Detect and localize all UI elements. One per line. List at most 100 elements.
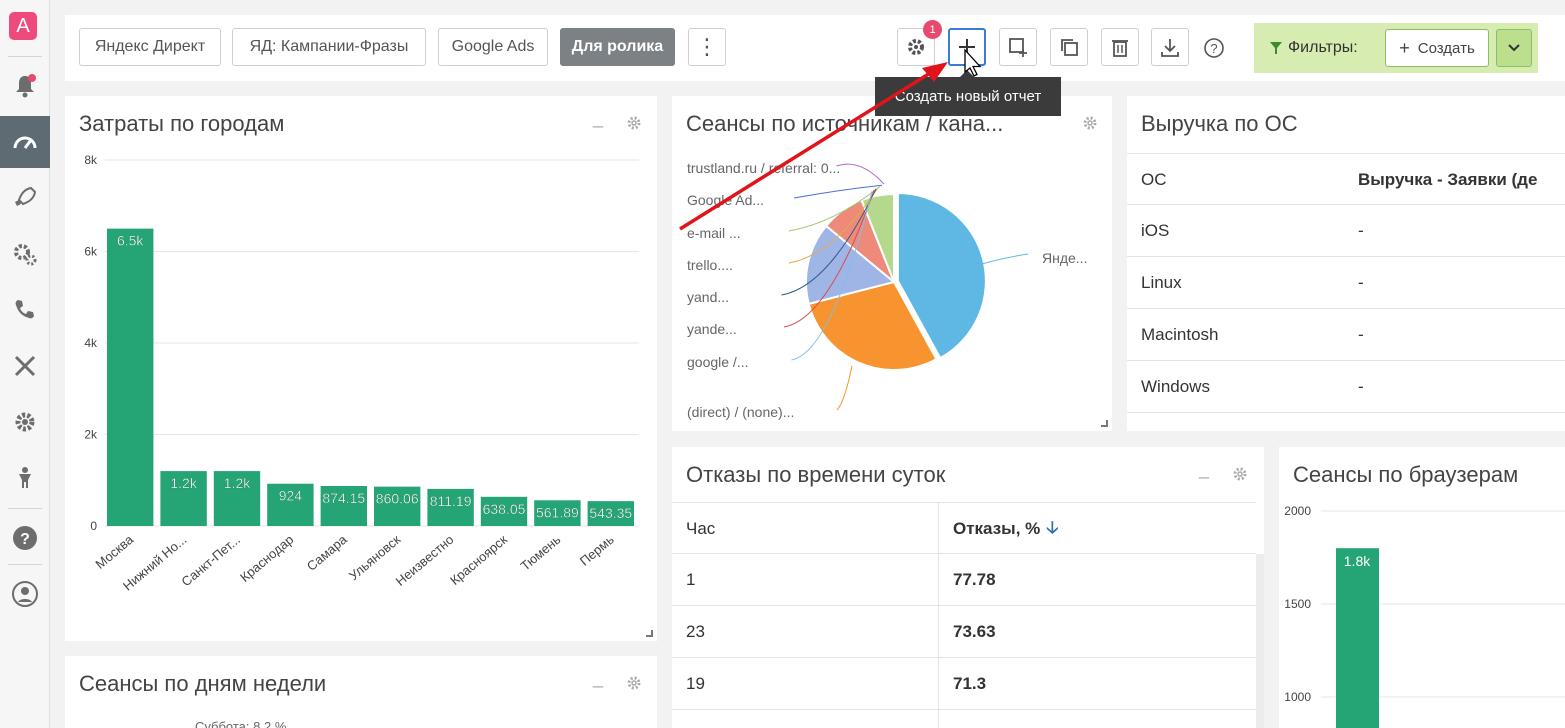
minimize-icon[interactable]: _ <box>593 668 603 689</box>
help-icon[interactable]: ? <box>1203 37 1225 59</box>
y-tick-label: 0 <box>90 519 97 533</box>
table-row: iOS - <box>1127 205 1565 257</box>
sidebar-divider <box>8 564 42 565</box>
sessions-by-weekday-panel: Сеансы по дням недели _ Суббота: 8.2 % <box>65 656 657 728</box>
copy-button[interactable] <box>1050 28 1088 66</box>
chevron-down-icon <box>1508 44 1520 52</box>
gear-icon[interactable] <box>625 674 643 692</box>
download-button[interactable] <box>1151 28 1189 66</box>
legend-label: Янде... <box>1042 250 1087 266</box>
table-cell: 19 <box>686 674 705 693</box>
legend-label: trello.... <box>687 257 733 273</box>
minimize-icon[interactable]: _ <box>1199 459 1209 480</box>
data-label: 1.2k <box>170 475 197 491</box>
speedometer-icon[interactable] <box>0 116 50 168</box>
data-label: 561.89 <box>536 504 579 520</box>
panel-title: Отказы по времени суток <box>686 462 946 487</box>
sort-down-icon: 🡣 <box>1046 517 1059 537</box>
plus-icon <box>959 39 975 55</box>
data-label: 811.19 <box>430 493 472 509</box>
leader-line <box>793 184 883 199</box>
gears-icon[interactable] <box>0 228 50 280</box>
tools-icon[interactable] <box>0 340 50 392</box>
panel-title: Сеансы по дням недели <box>79 671 327 696</box>
tab-yandex-direct[interactable]: Яндекс Директ <box>79 28 221 66</box>
sources-pie-chart: trustland.ru / referral: 0... Google Ad..… <box>687 160 1087 420</box>
browser-bar-chart: 2000 1500 1000 1.8k <box>1284 504 1565 728</box>
legend-label: google /... <box>687 354 749 370</box>
resize-handle[interactable] <box>646 630 653 637</box>
legend-label: (direct) / (none)... <box>687 404 794 420</box>
data-label: 1.8k <box>1344 553 1371 569</box>
bar <box>1336 548 1379 728</box>
revenue-by-os-panel: Выручка по ОС ОС Выручка - Заявки (де iO… <box>1127 96 1565 431</box>
sidebar-divider <box>8 508 42 509</box>
column-header[interactable]: Выручка - Заявки (де <box>1358 154 1537 206</box>
add-frame-icon <box>1009 38 1027 57</box>
create-report-button[interactable] <box>948 28 986 66</box>
download-icon <box>1161 39 1179 57</box>
toolbar: Яндекс Директ ЯД: Кампании-Фразы Google … <box>65 15 1565 81</box>
help-icon[interactable]: ? <box>0 512 50 564</box>
data-label: 860.06 <box>376 491 419 507</box>
create-report-tooltip: Создать новый отчет <box>875 70 1061 116</box>
table-cell: 71.3 <box>953 674 987 693</box>
x-tick-label: Самара <box>304 531 351 573</box>
person-icon[interactable] <box>0 452 50 504</box>
delete-button[interactable] <box>1101 28 1139 66</box>
column-header-sorted[interactable]: Отказы, % 🡣 <box>953 503 1058 555</box>
y-tick-label: 1500 <box>1284 597 1311 611</box>
app-logo[interactable]: A <box>9 12 37 40</box>
filters-dropdown-button[interactable] <box>1496 29 1532 67</box>
y-tick-label: 2000 <box>1284 504 1311 518</box>
table-header: Час Отказы, % 🡣 <box>672 502 1256 554</box>
data-label: 543.35 <box>589 505 632 521</box>
table-row: Windows - <box>1127 361 1565 413</box>
resize-handle[interactable] <box>1101 420 1108 427</box>
gear-icon[interactable] <box>0 396 50 448</box>
pie-label: Суббота: 8.2 % <box>195 719 287 728</box>
leader-line <box>836 365 853 411</box>
more-button[interactable]: ⋮ <box>688 28 726 66</box>
panel-title: Выручка по ОС <box>1141 111 1298 136</box>
table-cell: - <box>1358 325 1364 344</box>
y-tick-label: 4k <box>84 336 98 350</box>
table-cell: Windows <box>1141 377 1210 396</box>
legend-label: yand... <box>687 289 729 305</box>
column-header[interactable]: ОС <box>1141 154 1167 206</box>
plus-icon: + <box>1399 37 1410 58</box>
tab-google-ads[interactable]: Google Ads <box>438 28 548 66</box>
phone-icon[interactable] <box>0 284 50 336</box>
x-tick-label: Тюмень <box>518 532 564 574</box>
settings-button[interactable]: 1 <box>897 20 942 66</box>
notification-badge: 1 <box>923 20 942 39</box>
bell-icon[interactable] <box>0 60 50 112</box>
gear-icon[interactable] <box>1231 465 1249 483</box>
table-row: Macintosh - <box>1127 309 1565 361</box>
bar <box>107 228 154 526</box>
table-row: 1 77.78 <box>672 554 1256 606</box>
data-label: 6.5k <box>117 233 144 249</box>
add-widget-button[interactable] <box>999 28 1037 66</box>
column-header[interactable]: Час <box>686 503 715 555</box>
user-icon[interactable] <box>0 568 50 620</box>
sidebar: A ? <box>0 0 50 728</box>
scrollbar[interactable] <box>1256 554 1264 728</box>
gear-icon <box>908 39 924 55</box>
svg-text:?: ? <box>1210 41 1217 56</box>
x-tick-label: Москва <box>92 531 136 572</box>
filter-icon <box>1270 42 1282 54</box>
rocket-icon[interactable] <box>0 172 50 224</box>
y-tick-label: 2k <box>84 428 98 442</box>
legend-label: yande... <box>687 321 737 337</box>
table-cell: Linux <box>1141 273 1182 292</box>
data-label: 638.05 <box>483 501 526 517</box>
costs-bar-chart: 02k4k6k8k6.5kМосква1.2kНижний Но...1.2kС… <box>84 153 639 594</box>
table-cell: 73.63 <box>953 622 996 641</box>
leader-line <box>981 253 1029 265</box>
x-tick-label: Краснодар <box>237 532 296 585</box>
tab-for-video[interactable]: Для ролика <box>560 28 675 66</box>
table-cell: - <box>1358 377 1364 396</box>
tab-yd-campaigns[interactable]: ЯД: Кампании-Фразы <box>232 28 426 66</box>
create-filter-button[interactable]: + Создать <box>1385 29 1489 67</box>
